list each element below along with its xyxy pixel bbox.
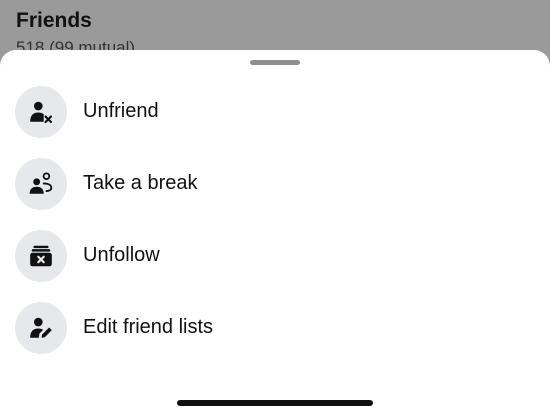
take-a-break-icon <box>29 172 53 194</box>
sheet-grabber[interactable] <box>250 60 300 65</box>
unfollow-option[interactable]: Unfollow <box>0 224 550 288</box>
unfriend-icon-circle <box>15 86 67 138</box>
edit-friend-lists-option[interactable]: Edit friend lists <box>0 296 550 360</box>
take-a-break-option[interactable]: Take a break <box>0 152 550 216</box>
person-edit-icon <box>30 317 52 338</box>
page-title: Friends <box>16 9 92 32</box>
unfollow-label: Unfollow <box>83 244 160 266</box>
unfriend-label: Unfriend <box>83 100 159 122</box>
unfollow-box-icon <box>30 245 52 267</box>
take-a-break-icon-circle <box>15 158 67 210</box>
edit-friend-lists-icon-circle <box>15 302 67 354</box>
home-indicator[interactable] <box>177 400 373 406</box>
unfriend-option[interactable]: Unfriend <box>0 80 550 144</box>
unfollow-icon-circle <box>15 230 67 282</box>
edit-friend-lists-label: Edit friend lists <box>83 316 214 338</box>
action-sheet: Unfriend Take a break Unfollow Edit frie… <box>0 50 550 418</box>
person-remove-icon <box>30 101 53 124</box>
take-a-break-label: Take a break <box>83 172 198 194</box>
